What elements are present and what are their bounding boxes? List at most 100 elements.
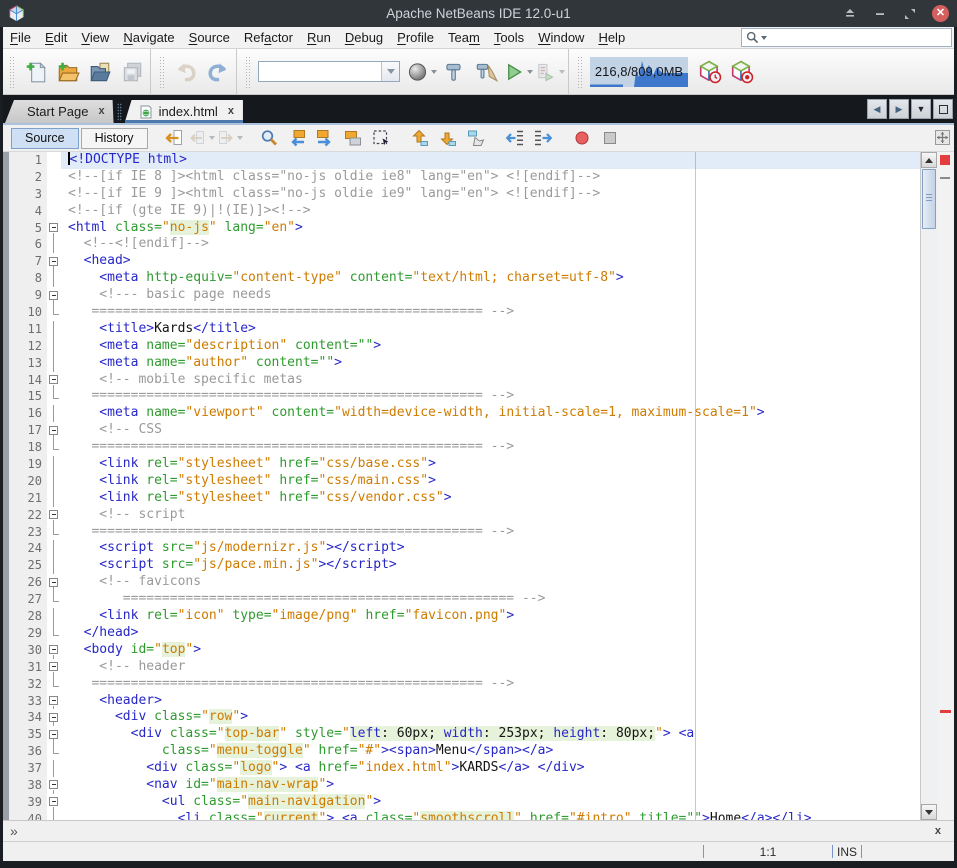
save-all-icon[interactable] xyxy=(117,57,147,87)
error-mark[interactable] xyxy=(940,710,951,713)
minimize-window-icon[interactable] xyxy=(872,6,888,22)
close-tab-icon[interactable]: x xyxy=(98,106,104,117)
back-icon[interactable] xyxy=(189,126,215,150)
fold-marker[interactable] xyxy=(47,372,61,389)
code-line-32[interactable]: 32 =====================================… xyxy=(3,676,920,693)
code-line-9[interactable]: 9 <!--- basic page needs xyxy=(3,287,920,304)
fold-marker[interactable] xyxy=(47,507,61,524)
shade-window-icon[interactable] xyxy=(842,6,858,22)
set-configuration-icon[interactable] xyxy=(407,57,437,87)
fold-marker[interactable] xyxy=(47,743,61,760)
code-line-36[interactable]: 36 class="menu-toggle" href="#"><span>Me… xyxy=(3,743,920,760)
breadcrumb-close-icon[interactable]: x xyxy=(935,825,941,837)
profile-stop-icon[interactable] xyxy=(727,57,757,87)
menu-edit[interactable]: Edit xyxy=(38,27,74,48)
fold-marker[interactable] xyxy=(47,253,61,270)
fold-marker[interactable] xyxy=(47,709,61,726)
code-line-29[interactable]: 29 </head> xyxy=(3,625,920,642)
fold-marker[interactable] xyxy=(47,321,61,338)
tab-list-dropdown-icon[interactable]: ▼ xyxy=(911,99,931,119)
code-line-8[interactable]: 8 <meta http-equiv="content-type" conten… xyxy=(3,270,920,287)
code-line-24[interactable]: 24 <script src="js/modernizr.js"></scrip… xyxy=(3,540,920,557)
find-next-icon[interactable] xyxy=(312,126,338,150)
quick-search-box[interactable] xyxy=(741,28,952,47)
fold-marker[interactable] xyxy=(47,608,61,625)
scroll-tabs-left-icon[interactable]: ◀ xyxy=(867,99,887,119)
undo-icon[interactable] xyxy=(171,57,201,87)
fold-marker[interactable] xyxy=(47,591,61,608)
find-selection-icon[interactable] xyxy=(256,126,282,150)
menu-file[interactable]: File xyxy=(3,27,38,48)
fold-marker[interactable] xyxy=(47,439,61,456)
fold-marker[interactable] xyxy=(47,220,61,237)
tab-index-html[interactable]: index.html x xyxy=(125,100,243,123)
stop-macro-recording-icon[interactable] xyxy=(597,126,623,150)
search-input[interactable] xyxy=(771,30,951,45)
fold-marker[interactable] xyxy=(47,338,61,355)
fold-marker[interactable] xyxy=(47,625,61,642)
new-file-icon[interactable] xyxy=(21,57,51,87)
menu-team[interactable]: Team xyxy=(441,27,487,48)
error-badge[interactable] xyxy=(940,155,950,165)
code-line-22[interactable]: 22 <!-- script xyxy=(3,507,920,524)
code-line-27[interactable]: 27 =====================================… xyxy=(3,591,920,608)
fold-marker[interactable] xyxy=(47,270,61,287)
rectangular-selection-icon[interactable] xyxy=(368,126,394,150)
clean-build-project-icon[interactable] xyxy=(471,57,501,87)
fold-marker[interactable] xyxy=(47,676,61,693)
code-line-3[interactable]: 3<!--[if IE 9 ]><html class="no-js oldie… xyxy=(3,186,920,203)
code-line-11[interactable]: 11 <title>Kards</title> xyxy=(3,321,920,338)
menu-window[interactable]: Window xyxy=(531,27,591,48)
history-view-button[interactable]: History xyxy=(81,128,148,149)
fold-marker[interactable] xyxy=(47,490,61,507)
fold-marker[interactable] xyxy=(47,405,61,422)
fold-marker[interactable] xyxy=(47,186,61,203)
memory-indicator[interactable]: 216,8/809,0MB xyxy=(590,57,688,87)
toolbar-grip[interactable] xyxy=(245,56,251,88)
toolbar-grip[interactable] xyxy=(9,56,15,88)
code-line-19[interactable]: 19 <link rel="stylesheet" href="css/base… xyxy=(3,456,920,473)
shift-right-icon[interactable] xyxy=(530,126,556,150)
next-bookmark-icon[interactable] xyxy=(435,126,461,150)
maximize-tab-icon[interactable] xyxy=(933,99,953,119)
code-line-12[interactable]: 12 <meta name="description" content=""> xyxy=(3,338,920,355)
close-window-button[interactable]: ✕ xyxy=(932,5,949,22)
fold-marker[interactable] xyxy=(47,760,61,777)
start-macro-recording-icon[interactable] xyxy=(569,126,595,150)
code-line-20[interactable]: 20 <link rel="stylesheet" href="css/main… xyxy=(3,473,920,490)
menu-debug[interactable]: Debug xyxy=(338,27,390,48)
scroll-down-icon[interactable] xyxy=(921,804,937,820)
redo-icon[interactable] xyxy=(203,57,233,87)
combobox-dropdown-icon[interactable] xyxy=(381,62,399,81)
menu-source[interactable]: Source xyxy=(182,27,237,48)
previous-bookmark-icon[interactable] xyxy=(407,126,433,150)
vertical-scrollbar[interactable] xyxy=(920,152,937,820)
build-project-icon[interactable] xyxy=(439,57,469,87)
scrollbar-thumb[interactable] xyxy=(922,169,936,229)
shift-left-icon[interactable] xyxy=(502,126,528,150)
toolbar-grip[interactable] xyxy=(577,56,583,88)
fold-marker[interactable] xyxy=(47,726,61,743)
fold-marker[interactable] xyxy=(47,287,61,304)
error-stripe[interactable] xyxy=(937,152,954,820)
fold-marker[interactable] xyxy=(47,540,61,557)
code-line-5[interactable]: 5<html class="no-js" lang="en"> xyxy=(3,220,920,237)
code-line-34[interactable]: 34 <div class="row"> xyxy=(3,709,920,726)
fold-marker[interactable] xyxy=(47,794,61,811)
profile-project-icon[interactable] xyxy=(695,57,725,87)
run-project-icon[interactable] xyxy=(503,57,533,87)
code-line-23[interactable]: 23 =====================================… xyxy=(3,524,920,541)
code-line-26[interactable]: 26 <!-- favicons xyxy=(3,574,920,591)
scroll-tabs-right-icon[interactable]: ▶ xyxy=(889,99,909,119)
fold-marker[interactable] xyxy=(47,659,61,676)
menu-run[interactable]: Run xyxy=(300,27,338,48)
forward-icon[interactable] xyxy=(217,126,243,150)
search-dropdown-icon[interactable] xyxy=(761,36,767,40)
project-configuration-combobox[interactable] xyxy=(258,61,400,82)
fold-marker[interactable] xyxy=(47,203,61,220)
source-view-button[interactable]: Source xyxy=(11,128,79,149)
code-editor[interactable]: 1<!DOCTYPE html>2<!--[if IE 8 ]><html cl… xyxy=(3,152,920,820)
fold-marker[interactable] xyxy=(47,777,61,794)
open-project-icon[interactable] xyxy=(85,57,115,87)
code-line-2[interactable]: 2<!--[if IE 8 ]><html class="no-js oldie… xyxy=(3,169,920,186)
